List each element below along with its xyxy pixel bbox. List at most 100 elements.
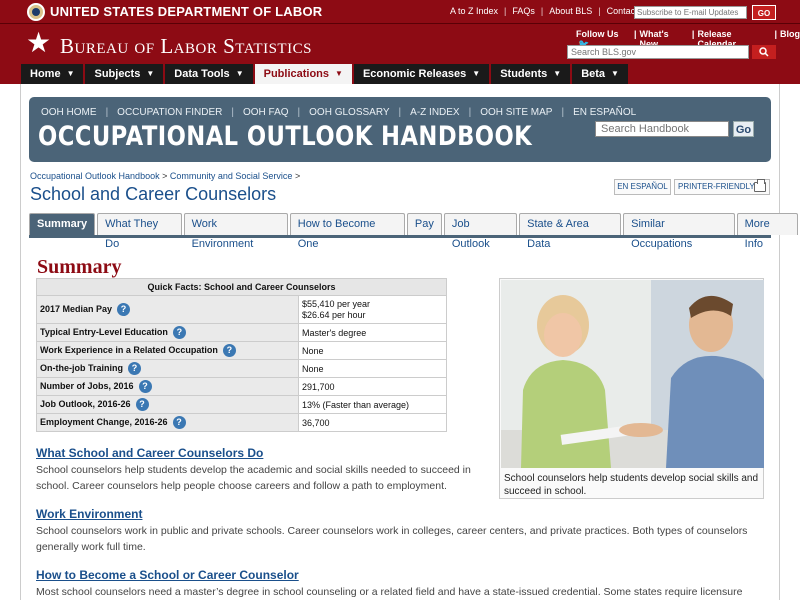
help-icon[interactable]: ? — [172, 416, 186, 429]
caret-down-icon: ▼ — [472, 69, 481, 78]
printer-friendly-button[interactable]: PRINTER-FRIENDLY — [674, 179, 770, 195]
caret-down-icon: ▼ — [335, 69, 343, 78]
nav-beta[interactable]: Beta ▼ — [572, 64, 628, 84]
search-handbook-go-button[interactable]: Go — [733, 121, 754, 137]
tab-job-outlook[interactable]: Job Outlook — [443, 213, 518, 250]
breadcrumb-ooh[interactable]: Occupational Outlook Handbook — [30, 171, 160, 181]
breadcrumb: Occupational Outlook Handbook > Communit… — [30, 171, 300, 181]
ooh-link-a-z-index[interactable]: A-Z INDEX — [410, 107, 459, 118]
separator: | — [231, 107, 234, 118]
breadcrumb-community-social-service[interactable]: Community and Social Service — [170, 171, 293, 181]
separator: | — [598, 6, 601, 16]
tab-more-info[interactable]: More Info — [736, 213, 799, 250]
nav-publications[interactable]: Publications ▼ — [254, 64, 352, 84]
ooh-link-espanol[interactable]: EN ESPAÑOL — [573, 107, 636, 118]
ooh-link-home[interactable]: OOH HOME — [41, 107, 97, 118]
row-value: 36,700 — [298, 413, 447, 432]
tab-work-environment[interactable]: Work Environment — [183, 213, 288, 250]
nav-data-tools[interactable]: Data Tools ▼ — [165, 64, 253, 84]
page-title: School and Career Counselors — [30, 184, 277, 204]
table-row: On-the-job Training? None — [36, 359, 447, 378]
main-nav: Home ▼ Subjects ▼ Data Tools ▼ Publications… — [0, 64, 800, 84]
quick-facts-table: Quick Facts: School and Career Counselor… — [36, 278, 447, 432]
dol-agency-title[interactable]: UNITED STATES DEPARTMENT OF LABOR — [50, 4, 322, 19]
counselor-photo — [501, 280, 764, 468]
link-a-to-z[interactable]: A to Z Index — [450, 6, 498, 16]
photo-box: School counselors help students develop … — [499, 278, 764, 499]
ooh-banner: OOH HOME | OCCUPATION FINDER | OOH FAQ |… — [29, 97, 771, 162]
tab-what-they-do[interactable]: What They Do — [97, 213, 182, 250]
en-espanol-button[interactable]: EN ESPAÑOL — [614, 179, 671, 195]
row-value: $55,410 per year $26.64 per hour — [298, 295, 447, 324]
row-label: Typical Entry-Level Education? — [36, 323, 299, 342]
row-label: Number of Jobs, 2016? — [36, 377, 299, 396]
blog-link[interactable]: Blog — [780, 29, 800, 50]
row-label: Employment Change, 2016-26? — [36, 413, 299, 432]
nav-subjects[interactable]: Subjects ▼ — [85, 64, 164, 84]
what-they-do-link[interactable]: What School and Career Counselors Do — [36, 446, 263, 460]
caret-down-icon: ▼ — [553, 69, 562, 78]
help-icon[interactable]: ? — [172, 326, 186, 339]
separator: > — [294, 171, 301, 181]
bls-site-title[interactable]: Bureau of Labor Statistics — [60, 34, 312, 59]
link-faqs[interactable]: FAQs — [512, 6, 535, 16]
ooh-links: OOH HOME | OCCUPATION FINDER | OOH FAQ |… — [41, 107, 636, 118]
photo-caption: School counselors help students develop … — [504, 473, 759, 497]
search-bls-button[interactable] — [752, 45, 776, 59]
row-value: None — [298, 341, 447, 360]
dol-top-bar: UNITED STATES DEPARTMENT OF LABOR A to Z… — [0, 0, 800, 24]
ooh-title[interactable]: OCCUPATIONAL OUTLOOK HANDBOOK — [38, 121, 532, 152]
work-environment-link[interactable]: Work Environment — [36, 507, 142, 521]
occupation-tabs: Summary What They Do Work Environment Ho… — [29, 213, 800, 250]
row-label: On-the-job Training? — [36, 359, 299, 378]
row-label: 2017 Median Pay? — [36, 295, 299, 324]
separator: | — [540, 6, 544, 16]
summary-heading: Summary — [37, 256, 122, 278]
help-icon[interactable]: ? — [138, 380, 152, 393]
search-bls-input[interactable] — [567, 45, 749, 59]
quick-facts-title: Quick Facts: School and Career Counselor… — [36, 278, 447, 296]
row-label: Job Outlook, 2016-26? — [36, 395, 299, 414]
tab-summary[interactable]: Summary — [29, 213, 96, 235]
separator: | — [105, 107, 109, 118]
help-icon[interactable]: ? — [135, 398, 149, 411]
counselor-photo-illustration — [501, 280, 764, 468]
search-handbook-input[interactable] — [595, 121, 729, 137]
dol-seal-icon[interactable] — [27, 3, 45, 21]
separator: | — [398, 107, 402, 118]
ooh-link-occupation-finder[interactable]: OCCUPATION FINDER — [117, 107, 222, 118]
nav-home[interactable]: Home ▼ — [21, 64, 84, 84]
tab-state-area-data[interactable]: State & Area Data — [519, 213, 622, 250]
row-value: 291,700 — [298, 377, 447, 396]
printer-icon — [754, 179, 766, 192]
separator: | — [297, 107, 301, 118]
caret-down-icon: ▼ — [66, 69, 75, 78]
tab-similar-occupations[interactable]: Similar Occupations — [623, 213, 735, 250]
caret-down-icon: ▼ — [235, 69, 244, 78]
help-icon[interactable]: ? — [117, 303, 131, 316]
search-icon — [759, 47, 769, 57]
ooh-link-faq[interactable]: OOH FAQ — [243, 107, 289, 118]
help-icon[interactable]: ? — [222, 344, 236, 357]
ooh-link-glossary[interactable]: OOH GLOSSARY — [309, 107, 389, 118]
tab-how-to-become-one[interactable]: How to Become One — [289, 213, 405, 250]
row-value: Master's degree — [298, 323, 447, 342]
ooh-link-site-map[interactable]: OOH SITE MAP — [480, 107, 552, 118]
subscribe-go-button[interactable]: GO — [752, 5, 776, 20]
table-row: 2017 Median Pay? $55,410 per year $26.64 … — [36, 295, 447, 324]
help-icon[interactable]: ? — [128, 362, 141, 375]
separator: > — [162, 171, 170, 181]
how-to-become-link[interactable]: How to Become a School or Career Counsel… — [36, 568, 299, 582]
link-about-bls[interactable]: About BLS — [549, 6, 592, 16]
nav-students[interactable]: Students ▼ — [491, 64, 571, 84]
row-value: None — [298, 359, 447, 378]
subscribe-email-input[interactable] — [634, 6, 747, 19]
bls-header: ★ Bureau of Labor Statistics Follow Us🐦 … — [0, 24, 800, 64]
nav-economic-releases[interactable]: Economic Releases ▼ — [353, 64, 490, 84]
how-to-become-text: Most school counselors need a master’s d… — [36, 586, 743, 598]
separator: | — [504, 6, 507, 16]
tab-pay[interactable]: Pay — [406, 213, 442, 235]
caret-down-icon: ▼ — [146, 69, 155, 78]
table-row: Number of Jobs, 2016? 291,700 — [36, 377, 447, 396]
bls-star-logo-icon[interactable]: ★ — [26, 29, 51, 57]
